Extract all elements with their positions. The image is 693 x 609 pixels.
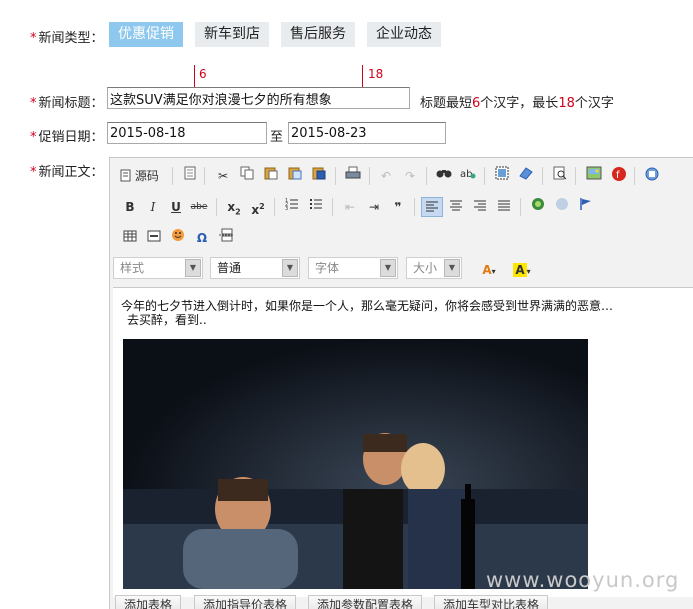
- horizontal-rule-icon[interactable]: [144, 228, 164, 248]
- bold-icon[interactable]: B: [120, 197, 140, 217]
- text-color-icon: A: [482, 263, 492, 277]
- chevron-down-icon: ▼: [282, 259, 298, 277]
- link-icon[interactable]: [528, 197, 548, 217]
- align-right-icon[interactable]: [470, 197, 490, 217]
- chevron-down-icon: ▼: [444, 259, 460, 277]
- editor-toolbar-row-3: Ω: [110, 223, 693, 253]
- preview-icon[interactable]: [550, 166, 570, 186]
- max-length-marker: [362, 65, 363, 87]
- unlink-icon[interactable]: [552, 197, 572, 217]
- source-icon: [120, 169, 131, 182]
- svg-text:f: f: [616, 170, 620, 181]
- add-spec-table-button[interactable]: 添加参数配置表格: [308, 595, 423, 609]
- tab-promotion[interactable]: 优惠促销: [109, 22, 183, 47]
- copy-icon[interactable]: [237, 166, 257, 186]
- body-label: * 新闻正文：: [30, 165, 104, 180]
- flash-icon[interactable]: f: [609, 166, 629, 186]
- image-icon[interactable]: [584, 166, 604, 186]
- undo-icon[interactable]: ↶: [376, 166, 396, 186]
- editor-toolbar-row-2: B I U abe x2 x2 123 ⇤ ⇥ ❞: [110, 192, 693, 222]
- source-button[interactable]: 源码: [120, 166, 166, 186]
- end-date-input[interactable]: [288, 122, 446, 144]
- replace-icon[interactable]: ab: [458, 166, 478, 186]
- style-dropdown[interactable]: 样式 ▼: [113, 257, 203, 279]
- cut-icon[interactable]: ✂: [213, 166, 233, 186]
- align-justify-icon[interactable]: [494, 197, 514, 217]
- smiley-icon[interactable]: [168, 228, 188, 248]
- strikethrough-icon[interactable]: abe: [189, 197, 209, 217]
- tab-new-arrival[interactable]: 新车到店: [195, 22, 269, 47]
- add-compare-table-button[interactable]: 添加车型对比表格: [434, 595, 549, 609]
- anchor-flag-icon[interactable]: [576, 197, 596, 217]
- underline-icon[interactable]: U: [166, 197, 186, 217]
- find-icon[interactable]: [434, 166, 454, 186]
- chevron-down-icon: ▼: [380, 259, 396, 277]
- italic-icon[interactable]: I: [143, 197, 163, 217]
- editor-toolbar-row-1: 源码 ✂ ↶ ↷ ab f: [110, 161, 693, 191]
- font-dropdown[interactable]: 字体 ▼: [308, 257, 398, 279]
- title-length-hint: 标题最短6个汉字，最长18个汉字: [420, 96, 614, 111]
- max-length-number: 18: [368, 67, 384, 81]
- page-break-icon[interactable]: [216, 228, 236, 248]
- template-icon[interactable]: [180, 166, 200, 186]
- outdent-icon[interactable]: ⇤: [340, 197, 360, 217]
- superscript-icon[interactable]: x2: [248, 197, 268, 217]
- paste-icon[interactable]: [261, 166, 281, 186]
- bullet-list-icon[interactable]: [306, 197, 326, 217]
- subscript-icon[interactable]: x2: [224, 197, 244, 217]
- anchor-icon[interactable]: [642, 166, 662, 186]
- special-char-icon[interactable]: Ω: [192, 228, 212, 248]
- size-dropdown[interactable]: 大小 ▼: [406, 257, 462, 279]
- remove-format-icon[interactable]: [516, 166, 536, 186]
- add-price-table-button[interactable]: 添加指导价表格: [194, 595, 297, 609]
- align-center-icon[interactable]: [446, 197, 466, 217]
- type-label: * 新闻类型：: [30, 31, 104, 46]
- blockquote-icon[interactable]: ❞: [388, 197, 408, 217]
- text-color-button[interactable]: A▾: [474, 260, 504, 280]
- date-label: * 促销日期：: [30, 130, 104, 145]
- tab-after-sales[interactable]: 售后服务: [281, 22, 355, 47]
- start-date-input[interactable]: [107, 122, 267, 144]
- print-icon[interactable]: [343, 166, 363, 186]
- article-photo: [123, 339, 588, 589]
- redo-icon[interactable]: ↷: [400, 166, 420, 186]
- date-separator: 至: [270, 130, 284, 145]
- bg-color-button[interactable]: A ▾: [507, 260, 537, 280]
- bg-color-icon: A: [513, 263, 527, 277]
- title-label: * 新闻标题：: [30, 96, 104, 111]
- indent-icon[interactable]: ⇥: [364, 197, 384, 217]
- content-paragraph-2: 去买醉，看到..: [127, 313, 207, 327]
- svg-text:ab: ab: [460, 169, 472, 180]
- add-table-button[interactable]: 添加表格: [115, 595, 182, 609]
- editor-content-area[interactable]: 今年的七夕节进入倒计时，如果你是一个人，那么毫无疑问，你将会感受到世界满满的恶意…: [113, 287, 693, 597]
- tab-company-news[interactable]: 企业动态: [367, 22, 441, 47]
- ordered-list-icon[interactable]: 123: [282, 197, 302, 217]
- paste-text-icon[interactable]: [285, 166, 305, 186]
- paste-word-icon[interactable]: [309, 166, 329, 186]
- svg-text:3: 3: [285, 206, 288, 211]
- content-paragraph-1: 今年的七夕节进入倒计时，如果你是一个人，那么毫无疑问，你将会感受到世界满满的恶意…: [121, 299, 614, 313]
- min-length-marker: [194, 65, 195, 87]
- min-length-number: 6: [199, 67, 207, 81]
- select-all-icon[interactable]: [492, 166, 512, 186]
- align-left-icon[interactable]: [421, 197, 443, 217]
- title-input[interactable]: [107, 87, 410, 109]
- chevron-down-icon: ▼: [185, 259, 201, 277]
- rich-text-editor: 源码 ✂ ↶ ↷ ab f B I U abe x2 x2 1 2 3 ⇤ ⇥ …: [109, 157, 693, 609]
- table-icon[interactable]: [120, 228, 140, 248]
- watermark: www.wooyun.org: [486, 568, 680, 592]
- format-dropdown[interactable]: 普通 ▼: [210, 257, 300, 279]
